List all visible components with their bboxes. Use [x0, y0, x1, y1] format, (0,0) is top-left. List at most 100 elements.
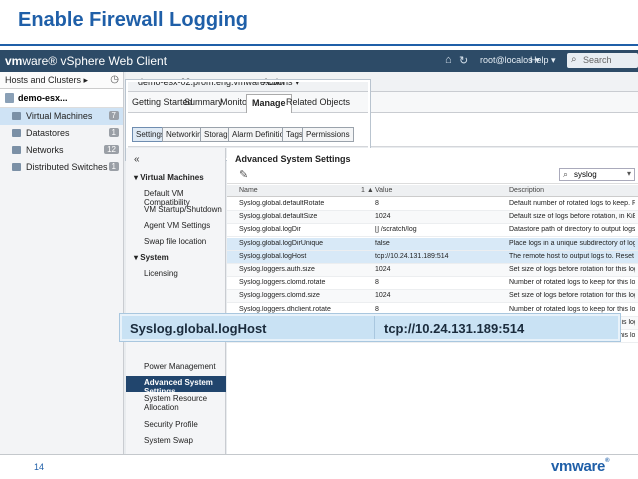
menu-section-system[interactable]: ▾ System — [126, 253, 226, 262]
setting-value: 1024 — [375, 292, 391, 300]
nav-host-label: demo-esx... — [18, 93, 68, 103]
setting-value: [] /scratch/log — [375, 226, 417, 234]
brand-text: ware® vSphere Web Client — [22, 54, 168, 68]
menu-section-virtual-machines[interactable]: ▾ Virtual Machines — [126, 173, 226, 182]
nav-item-count: 1 — [108, 128, 119, 137]
nav-item-count: 7 — [108, 111, 119, 120]
setting-value: 1024 — [375, 266, 391, 273]
brand-prefix: vm — [5, 54, 23, 68]
vm-icon — [12, 112, 21, 120]
network-icon — [12, 146, 21, 154]
menu-item-swap-file-location[interactable]: Swap file location — [126, 237, 226, 246]
setting-description: The remote host to output logs to. Reset… — [509, 252, 635, 260]
nav-item-distributed-switches[interactable]: Distributed Switches 1 — [0, 159, 123, 176]
title-divider — [0, 44, 638, 46]
menu-item-power-management[interactable]: Power Management — [126, 362, 226, 371]
filter-input[interactable]: ⌕ syslog ▾ — [559, 168, 635, 181]
tab-related-objects[interactable]: Related Objects — [286, 97, 350, 107]
table-row[interactable]: Syslog.loggers.clomd.rotate 8 Number of ro… — [227, 277, 638, 291]
home-icon[interactable]: ⌂ — [445, 54, 452, 66]
history-icon[interactable]: ◷ — [110, 74, 119, 85]
footer-divider — [0, 454, 638, 455]
menu-item-agent-vm-settings[interactable]: Agent VM Settings — [126, 221, 226, 230]
nav-host-item[interactable]: demo-esx... — [0, 89, 123, 108]
nav-item-virtual-machines[interactable]: Virtual Machines 7 — [0, 108, 123, 125]
table-row[interactable]: Syslog.global.logDir [] /scratch/log Datas… — [227, 224, 638, 238]
setting-description: Number of rotated logs to keep for this … — [509, 305, 635, 313]
setting-value: 8 — [375, 279, 379, 287]
settings-menu: « ▾ Virtual Machines Default VM Compatib… — [126, 148, 226, 454]
search-placeholder: Search — [583, 55, 612, 65]
nav-item-networks[interactable]: Networks 12 — [0, 142, 123, 159]
column-sort-indicator[interactable]: 1 ▲ — [361, 187, 374, 194]
column-name[interactable]: Name — [239, 187, 258, 194]
table-row[interactable]: Syslog.global.logHost tcp://10.24.131.189… — [227, 250, 638, 264]
menu-item-system-swap[interactable]: System Swap — [126, 436, 226, 445]
loghost-callout: Syslog.global.logHost tcp://10.24.131.18… — [120, 314, 620, 341]
vsphere-screenshot: vmware® vSphere Web Client ⌂ ↻ root@loca… — [0, 50, 638, 454]
help-menu[interactable]: Help ▾ — [530, 55, 556, 66]
table-row[interactable]: Syslog.global.defaultSize 1024 Default siz… — [227, 211, 638, 225]
actions-menu[interactable]: Actions ▾ — [263, 77, 300, 88]
menu-item-security-profile[interactable]: Security Profile — [126, 420, 226, 429]
menu-item-vm-startup-shutdown[interactable]: VM Startup/Shutdown — [126, 205, 226, 214]
table-row[interactable]: Syslog.global.logDirUnique false Place log… — [227, 237, 638, 251]
setting-description: Default number of rotated logs to keep. … — [509, 200, 635, 207]
panel-title: Advanced System Settings — [235, 154, 351, 164]
setting-value: 1024 — [375, 213, 391, 221]
setting-description: Datastore path of directory to output lo… — [509, 226, 635, 234]
logo-text: vmware — [551, 458, 606, 475]
datastore-icon — [12, 129, 21, 137]
global-search-input[interactable]: ⌕ Search — [567, 53, 638, 68]
filter-value: syslog — [574, 170, 597, 179]
app-brand: vmware® vSphere Web Client — [5, 54, 167, 68]
slide: Enable Firewall Logging vmware® vSphere … — [0, 0, 638, 479]
setting-name: Syslog.global.logDir — [239, 226, 301, 234]
advanced-settings-panel: Advanced System Settings ✎ ⌕ syslog ▾ Na… — [227, 148, 638, 454]
navigator-panel: Hosts and Clusters ▸ ◷ demo-esx... Virtu… — [0, 72, 124, 454]
nav-item-datastores[interactable]: Datastores 1 — [0, 125, 123, 142]
setting-value: false — [375, 239, 390, 247]
panel-toolbar: ✎ ⌕ syslog ▾ — [227, 164, 638, 184]
search-icon: ⌕ — [571, 54, 577, 65]
table-row[interactable]: Syslog.loggers.auth.size 1024 Set size of … — [227, 264, 638, 277]
column-description[interactable]: Description — [509, 187, 544, 194]
setting-value: 8 — [375, 305, 379, 313]
setting-description: Place logs in a unique subdirectory of l… — [509, 239, 635, 247]
navigator-title: Hosts and Clusters ▸ — [5, 75, 89, 85]
slide-title: Enable Firewall Logging — [18, 9, 249, 31]
navigator-header[interactable]: Hosts and Clusters ▸ ◷ — [0, 72, 123, 89]
host-icon — [5, 93, 14, 103]
table-row[interactable]: Syslog.loggers.clomd.size 1024 Set size of… — [227, 290, 638, 304]
page-number: 14 — [34, 462, 45, 472]
menu-item-licensing[interactable]: Licensing — [126, 269, 226, 278]
setting-description: Set size of logs before rotation for thi… — [509, 266, 635, 273]
switch-icon — [12, 163, 21, 171]
setting-name: Syslog.loggers.clomd.rotate — [239, 279, 326, 287]
nav-item-label: Networks — [26, 145, 64, 155]
setting-value: 8 — [375, 200, 379, 207]
menu-item-advanced-system-settings[interactable]: Advanced System Settings — [126, 376, 226, 396]
menu-item-system-resource-allocation[interactable]: System Resource Allocation — [126, 394, 226, 412]
setting-description: Set size of logs before rotation for thi… — [509, 292, 635, 300]
collapse-icon[interactable]: « — [134, 154, 140, 165]
nav-item-count: 1 — [108, 162, 119, 171]
dropdown-icon[interactable]: ▾ — [627, 169, 631, 178]
setting-value: tcp://10.24.131.189:514 — [375, 252, 449, 260]
refresh-icon[interactable]: ↻ — [459, 54, 468, 67]
permissions-button[interactable]: Permissions — [302, 127, 354, 142]
setting-name: Syslog.global.logDirUnique — [239, 239, 324, 247]
setting-name: Syslog.loggers.dhclient.rotate — [239, 305, 331, 313]
tab-summary[interactable]: Summary — [184, 97, 223, 107]
nav-item-label: Virtual Machines — [26, 111, 93, 121]
logo-mark: ® — [605, 458, 610, 464]
callout-key: Syslog.global.logHost — [130, 321, 267, 336]
setting-name: Syslog.global.defaultRotate — [239, 200, 325, 207]
manage-subtabs: Settings Networking Storage Alarm Defini… — [126, 113, 638, 147]
nav-item-label: Distributed Switches — [26, 162, 108, 172]
edit-icon[interactable]: ✎ — [239, 168, 248, 181]
tab-manage[interactable]: Manage — [246, 94, 292, 113]
column-value[interactable]: Value — [375, 187, 392, 194]
table-row[interactable]: Syslog.global.defaultRotate 8 Default numb… — [227, 198, 638, 211]
setting-name: Syslog.loggers.clomd.size — [239, 292, 320, 300]
